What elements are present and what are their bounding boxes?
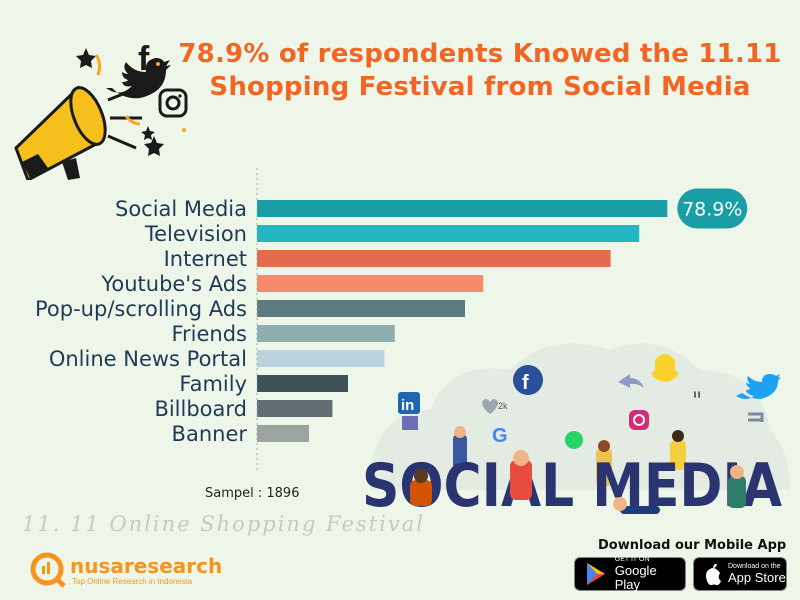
category-label: Television	[144, 222, 247, 246]
like-count: 2k	[498, 401, 508, 411]
svg-text:G: G	[492, 425, 508, 447]
facebook-icon: f	[513, 365, 543, 395]
google-play-big: Google Play	[614, 563, 657, 592]
title-line-2: Shopping Festival from Social Media	[209, 72, 751, 102]
bar	[257, 275, 484, 292]
instagram-icon	[158, 88, 188, 118]
watermark-text: 11. 11 Online Shopping Festival	[22, 512, 425, 536]
bar	[257, 200, 668, 217]
svg-text:f: f	[522, 372, 529, 394]
svg-text:in: in	[401, 397, 414, 414]
star-icon	[141, 126, 155, 140]
megaphone-icon	[14, 85, 142, 180]
linkedin-icon: in	[398, 392, 420, 414]
bar	[257, 400, 333, 417]
category-label: Friends	[171, 322, 247, 346]
data-label-text: 78.9%	[682, 199, 742, 221]
title-line-1: 78.9% of respondents Knowed the 11.11	[178, 39, 782, 69]
social-media-illustration: in f 2k G " SOCIAL MEDIA	[362, 343, 790, 521]
chart-title: 78.9% of respondents Knowed the 11.11 Sh…	[170, 38, 790, 104]
category-label: Banner	[172, 422, 248, 446]
whatsapp-icon	[565, 431, 583, 449]
bar	[257, 225, 640, 242]
category-label: Family	[179, 372, 247, 396]
google-play-icon	[587, 563, 605, 585]
apple-icon	[706, 564, 721, 586]
brand-name: nusaresearch	[70, 554, 223, 578]
google-play-button[interactable]: GET IT ON Google Play	[575, 556, 685, 592]
bar	[257, 375, 348, 392]
data-label: 78.9%	[677, 188, 748, 229]
nusaresearch-logo-icon	[30, 552, 66, 588]
sample-size: Sampel : 1896	[205, 486, 300, 501]
bar	[257, 250, 611, 267]
data-labels: 78.9%	[677, 188, 748, 229]
quote-icon: "	[692, 389, 702, 414]
google-icon: G	[492, 425, 508, 447]
megaphone-illustration: f	[14, 40, 188, 180]
category-label: Internet	[164, 247, 247, 271]
bar	[257, 300, 465, 317]
svg-text:": "	[692, 389, 702, 414]
star-icon	[76, 48, 96, 68]
download-label: Download our Mobile App	[598, 538, 787, 553]
category-label: Billboard	[154, 397, 247, 421]
category-label: Youtube's Ads	[100, 272, 247, 296]
app-store-big: App Store	[728, 570, 786, 585]
brand-tagline: Top Online Research in Indonesia	[72, 577, 193, 586]
star-icon	[144, 136, 164, 156]
app-store-button[interactable]: Download on the App Store	[694, 558, 786, 590]
category-label: Online News Portal	[49, 347, 247, 371]
category-label: Social Media	[115, 197, 247, 221]
instagram-icon	[629, 410, 649, 430]
category-labels: Social MediaTelevisionInternetYoutube's …	[35, 197, 247, 446]
bar	[257, 425, 309, 442]
category-label: Pop-up/scrolling Ads	[35, 297, 247, 321]
